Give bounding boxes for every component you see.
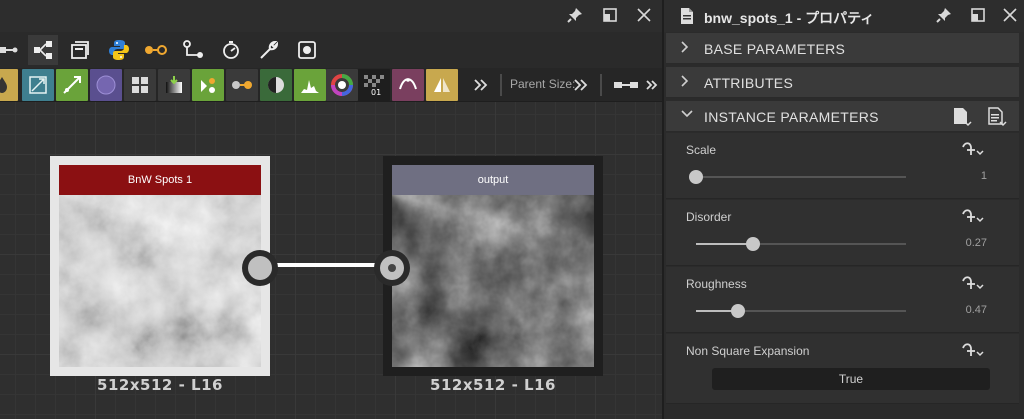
value-node-icon[interactable] [140, 35, 170, 65]
param-label: Roughness [686, 277, 747, 291]
parameter-list-icon[interactable] [986, 106, 1008, 133]
param-label: Disorder [686, 210, 732, 224]
graph-panel-header [0, 0, 662, 32]
slider-knob[interactable] [731, 304, 745, 318]
non-square-expansion-toggle[interactable]: True [712, 368, 990, 390]
param-value: 0.27 [965, 237, 987, 249]
scale-slider[interactable] [689, 170, 906, 184]
function-graph-icon[interactable] [961, 273, 985, 293]
share-graph-icon[interactable] [28, 35, 58, 65]
output-socket[interactable] [242, 250, 278, 286]
maximize-icon[interactable] [968, 6, 988, 26]
shape-node-icon[interactable] [90, 69, 122, 101]
levels-node-icon[interactable] [260, 69, 292, 101]
properties-panel: bnw_spots_1 - プロパティ BASE PARAMETERS ATTR… [662, 0, 1024, 419]
param-scale: Scale 1 [666, 133, 1019, 199]
input-socket[interactable] [374, 250, 410, 286]
node-title: output [392, 165, 594, 195]
blend-node-icon[interactable] [192, 69, 224, 101]
graph-panel: 01 Parent Size: BnW Spots 1 output 512x5… [0, 0, 662, 419]
section-label: BASE PARAMETERS [704, 41, 846, 57]
param-roughness: Roughness 0.47 [666, 267, 1019, 333]
section-base-parameters[interactable]: BASE PARAMETERS [666, 33, 1019, 64]
svg-text:01: 01 [371, 88, 381, 97]
noise-01-icon[interactable]: 01 [358, 69, 390, 101]
output-node[interactable]: output [374, 156, 603, 376]
warp-node-icon[interactable] [22, 69, 54, 101]
import-bitmap-icon[interactable] [158, 69, 190, 101]
toolbar-separator [500, 74, 502, 96]
function-graph-icon[interactable] [961, 206, 985, 226]
more-nodes-chevron-icon[interactable] [468, 69, 494, 101]
chevron-down-icon [680, 107, 694, 124]
chevron-right-icon [680, 40, 690, 57]
drop-node-icon[interactable] [0, 69, 18, 101]
close-icon[interactable] [634, 6, 654, 26]
node-resolution-caption: 512x512 - L16 [430, 376, 556, 394]
function-graph-icon[interactable] [961, 340, 985, 360]
python-icon[interactable] [104, 35, 134, 65]
disorder-slider[interactable] [696, 237, 906, 251]
color-wheel-icon[interactable] [326, 69, 358, 101]
overflow-chevron-icon[interactable] [644, 69, 660, 101]
timer-icon[interactable] [216, 35, 246, 65]
maximize-icon[interactable] [600, 6, 620, 26]
param-disorder: Disorder 0.27 [666, 200, 1019, 266]
pin-icon[interactable] [934, 6, 954, 26]
pin-icon[interactable] [565, 6, 585, 26]
frames-icon[interactable] [64, 35, 94, 65]
connector-icon[interactable] [0, 35, 24, 65]
link-nodes-icon[interactable] [610, 69, 642, 101]
reroute-icon[interactable] [178, 35, 208, 65]
section-attributes[interactable]: ATTRIBUTES [666, 67, 1019, 98]
document-icon [678, 6, 696, 31]
roughness-slider[interactable] [696, 304, 906, 318]
node-thumbnail [59, 195, 261, 367]
connector-node-icon[interactable] [226, 69, 258, 101]
graph-toolbar [0, 32, 662, 68]
param-label: Non Square Expansion [686, 344, 810, 358]
preset-icon[interactable] [951, 106, 973, 133]
preview-icon[interactable] [292, 35, 322, 65]
param-value: 0.47 [965, 304, 987, 316]
function-graph-icon[interactable] [961, 139, 985, 159]
histogram-node-icon[interactable] [294, 69, 326, 101]
section-label: INSTANCE PARAMETERS [704, 109, 879, 125]
param-non-square-expansion: Non Square Expansion True [666, 334, 1019, 404]
section-instance-parameters[interactable]: INSTANCE PARAMETERS [666, 101, 1019, 132]
node-title: BnW Spots 1 [59, 165, 261, 195]
gradient-node-icon[interactable] [56, 69, 88, 101]
toolbar-separator-2 [600, 74, 602, 96]
slider-knob[interactable] [745, 237, 760, 251]
parent-size-label: Parent Size: [510, 77, 576, 91]
bnw-spots-node[interactable]: BnW Spots 1 [50, 156, 278, 376]
curve-node-icon[interactable] [392, 69, 424, 101]
chevron-right-icon [680, 74, 690, 91]
node-thumbnail [392, 195, 594, 367]
param-value: 1 [980, 170, 987, 182]
node-resolution-caption: 512x512 - L16 [97, 376, 223, 394]
graph-canvas[interactable]: BnW Spots 1 output 512x512 - L16 512x512… [0, 102, 662, 419]
properties-title: bnw_spots_1 - プロパティ [704, 10, 875, 26]
wrench-icon[interactable] [254, 35, 284, 65]
close-icon[interactable] [1000, 6, 1020, 26]
slider-knob[interactable] [689, 170, 703, 184]
properties-header: bnw_spots_1 - プロパティ [664, 0, 1024, 32]
mirror-node-icon[interactable] [426, 69, 458, 101]
tile-node-icon[interactable] [124, 69, 156, 101]
param-label: Scale [686, 143, 717, 157]
section-label: ATTRIBUTES [704, 75, 794, 91]
